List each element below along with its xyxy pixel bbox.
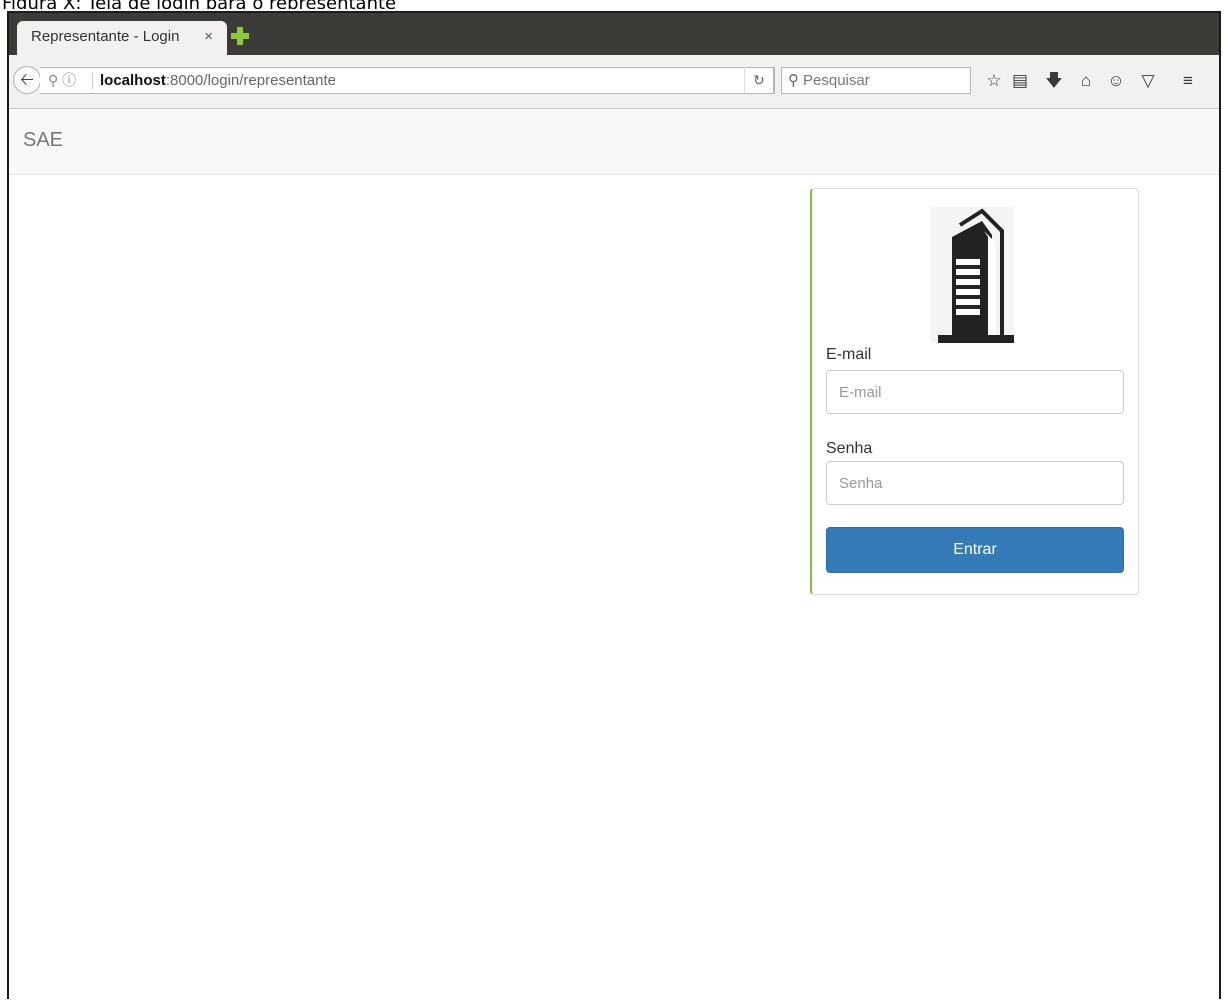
download-icon[interactable]: 🡇: [1043, 70, 1065, 92]
chat-icon[interactable]: ☺: [1105, 70, 1127, 92]
login-panel: E-mail Senha Entrar: [810, 188, 1139, 595]
url-host: localhost: [100, 72, 166, 89]
navigation-toolbar: 🡠 ⚲ ⓘ localhost:8000/login/representante…: [9, 55, 1219, 109]
search-input[interactable]: ⚲ Pesquisar: [781, 67, 971, 94]
url-bar[interactable]: ⚲ ⓘ localhost:8000/login/representante: [40, 67, 775, 94]
url-separator: [92, 73, 93, 89]
tab-close-icon[interactable]: ×: [204, 21, 213, 53]
figure-caption: Figura X: Tela de login para o represent…: [0, 0, 1228, 9]
brand-link[interactable]: SAE: [23, 129, 63, 152]
tab-strip: Representante - Login ×: [9, 13, 1219, 55]
password-field[interactable]: [826, 461, 1124, 505]
email-label: E-mail: [826, 346, 872, 363]
search-icon: ⚲: [788, 72, 799, 89]
email-field[interactable]: [826, 370, 1124, 414]
browser-window: Representante - Login × 🡠 ⚲ ⓘ localhost:…: [7, 11, 1221, 999]
bookmark-star-icon[interactable]: ☆: [983, 70, 1005, 92]
search-placeholder: Pesquisar: [803, 72, 870, 89]
url-text: localhost:8000/login/representante: [100, 68, 336, 93]
site-identity-icon[interactable]: ⚲ ⓘ: [48, 68, 76, 93]
pocket-icon[interactable]: ▽: [1137, 70, 1159, 92]
new-tab-icon[interactable]: [231, 27, 249, 45]
url-path: :8000/login/representante: [165, 72, 336, 89]
building-icon: [930, 207, 1014, 343]
reload-icon[interactable]: ↻: [744, 67, 774, 94]
home-icon[interactable]: ⌂: [1075, 70, 1097, 92]
menu-icon[interactable]: ≡: [1177, 70, 1199, 92]
browser-tab[interactable]: Representante - Login ×: [17, 21, 227, 55]
password-label: Senha: [826, 440, 873, 457]
app-navbar: SAE: [9, 109, 1219, 175]
back-arrow-icon[interactable]: 🡠: [13, 66, 41, 94]
submit-button[interactable]: Entrar: [826, 527, 1124, 573]
reading-list-icon[interactable]: ▤: [1009, 70, 1031, 92]
tab-title: Representante - Login: [31, 28, 180, 45]
